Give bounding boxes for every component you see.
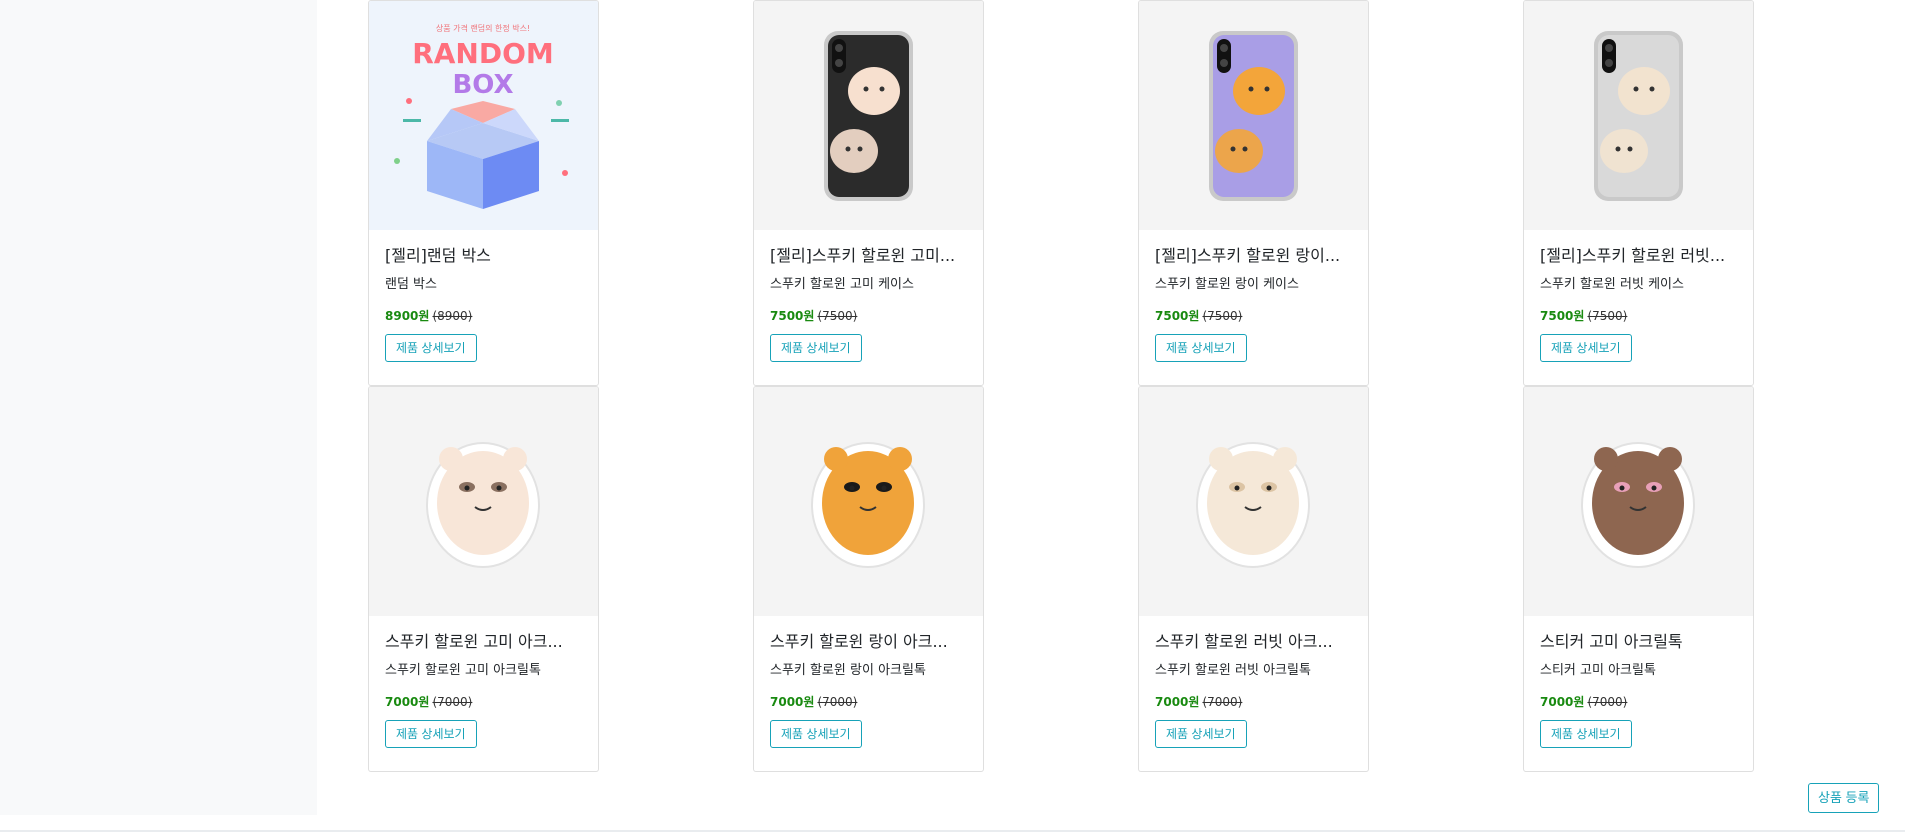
original-price: (7000) bbox=[1202, 695, 1243, 709]
product-detail-button[interactable]: 제품 상세보기 bbox=[1540, 334, 1632, 362]
price-row: 7000원 (7000) bbox=[1540, 693, 1737, 711]
product-title: 스푸키 할로윈 고미 아크... bbox=[385, 632, 563, 651]
phone-case-image bbox=[1209, 31, 1298, 201]
product-detail-button[interactable]: 제품 상세보기 bbox=[385, 720, 477, 748]
phone-case-image bbox=[824, 31, 913, 201]
sale-price: 7000원 bbox=[1540, 695, 1585, 709]
price-row: 8900원 (8900) bbox=[385, 307, 582, 325]
price-row: 7000원 (7000) bbox=[385, 693, 582, 711]
product-thumbnail[interactable] bbox=[754, 387, 983, 616]
product-description: 랜덤 박스 bbox=[385, 277, 437, 292]
card-body: 스푸키 할로윈 랑이 아크... 스푸키 할로윈 랑이 아크릴톡 7000원 (7… bbox=[754, 616, 983, 748]
product-thumbnail[interactable] bbox=[1524, 387, 1753, 616]
price-row: 7500원 (7500) bbox=[1155, 307, 1352, 325]
product-thumbnail[interactable] bbox=[1139, 1, 1368, 230]
product-card: [젤리]스푸키 할로윈 러빗... 스푸키 할로윈 러빗 케이스 7500원 (7… bbox=[1523, 0, 1754, 386]
original-price: (7000) bbox=[1587, 695, 1628, 709]
card-body: 스푸키 할로윈 고미 아크... 스푸키 할로윈 고미 아크릴톡 7000원 (7… bbox=[369, 616, 598, 748]
product-title: 스푸키 할로윈 랑이 아크... bbox=[770, 632, 948, 651]
sale-price: 7500원 bbox=[770, 309, 815, 323]
product-card: 스푸키 할로윈 랑이 아크... 스푸키 할로윈 랑이 아크릴톡 7000원 (7… bbox=[753, 386, 984, 772]
product-title: [젤리]랜덤 박스 bbox=[385, 246, 491, 265]
price-row: 7000원 (7000) bbox=[770, 693, 967, 711]
original-price: (7500) bbox=[817, 309, 858, 323]
product-thumbnail[interactable] bbox=[1139, 387, 1368, 616]
product-detail-button[interactable]: 제품 상세보기 bbox=[1540, 720, 1632, 748]
phone-case-image bbox=[1594, 31, 1683, 201]
product-title: [젤리]스푸키 할로윈 랑이... bbox=[1155, 246, 1341, 265]
price-row: 7500원 (7500) bbox=[770, 307, 967, 325]
card-body: [젤리]스푸키 할로윈 고미... 스푸키 할로윈 고미 케이스 7500원 (7… bbox=[754, 230, 983, 362]
product-title: [젤리]스푸키 할로윈 러빗... bbox=[1540, 246, 1726, 265]
product-description: 스푸키 할로윈 러빗 케이스 bbox=[1540, 277, 1684, 292]
product-card: [젤리]스푸키 할로윈 고미... 스푸키 할로윈 고미 케이스 7500원 (7… bbox=[753, 0, 984, 386]
product-thumbnail[interactable] bbox=[1524, 1, 1753, 230]
product-description: 스푸키 할로윈 러빗 아크릴톡 bbox=[1155, 663, 1311, 678]
product-thumbnail[interactable] bbox=[754, 1, 983, 230]
price-row: 7000원 (7000) bbox=[1155, 693, 1352, 711]
product-description: 스푸키 할로윈 고미 케이스 bbox=[770, 277, 914, 292]
product-title: 스푸키 할로윈 러빗 아크... bbox=[1155, 632, 1333, 651]
random-box-image: 상품 가격 랜덤의 한정 박스! RANDOM BOX bbox=[394, 23, 569, 209]
acrylic-tok-image bbox=[811, 442, 925, 568]
original-price: (7500) bbox=[1202, 309, 1243, 323]
acrylic-tok-image bbox=[426, 442, 540, 568]
acrylic-tok-image bbox=[1581, 442, 1695, 568]
product-card: 상품 가격 랜덤의 한정 박스! RANDOM BOX [젤리]랜덤 박스 랜덤… bbox=[368, 0, 599, 386]
sale-price: 7000원 bbox=[385, 695, 430, 709]
product-title: [젤리]스푸키 할로윈 고미... bbox=[770, 246, 956, 265]
sale-price: 7000원 bbox=[770, 695, 815, 709]
product-detail-button[interactable]: 제품 상세보기 bbox=[385, 334, 477, 362]
card-body: [젤리]스푸키 할로윈 러빗... 스푸키 할로윈 러빗 케이스 7500원 (7… bbox=[1524, 230, 1753, 362]
svg-text:RANDOM: RANDOM bbox=[412, 37, 554, 70]
product-thumbnail[interactable] bbox=[369, 387, 598, 616]
card-body: [젤리]스푸키 할로윈 랑이... 스푸키 할로윈 랑이 케이스 7500원 (7… bbox=[1139, 230, 1368, 362]
acrylic-tok-image bbox=[1196, 442, 1310, 568]
product-card: 스푸키 할로윈 고미 아크... 스푸키 할로윈 고미 아크릴톡 7000원 (7… bbox=[368, 386, 599, 772]
product-description: 스푸키 할로윈 랑이 케이스 bbox=[1155, 277, 1299, 292]
original-price: (7000) bbox=[432, 695, 473, 709]
product-description: 스푸키 할로윈 고미 아크릴톡 bbox=[385, 663, 541, 678]
footer-divider bbox=[0, 830, 1905, 832]
svg-text:BOX: BOX bbox=[452, 70, 513, 100]
original-price: (7500) bbox=[1587, 309, 1628, 323]
product-title: 스티커 고미 아크릴톡 bbox=[1540, 632, 1683, 651]
sale-price: 7500원 bbox=[1155, 309, 1200, 323]
price-row: 7500원 (7500) bbox=[1540, 307, 1737, 325]
sale-price: 8900원 bbox=[385, 309, 430, 323]
svg-text:상품 가격 랜덤의 한정 박스!: 상품 가격 랜덤의 한정 박스! bbox=[436, 23, 530, 33]
sidebar bbox=[0, 0, 317, 815]
product-detail-button[interactable]: 제품 상세보기 bbox=[1155, 720, 1247, 748]
product-description: 스티커 고미 아크릴톡 bbox=[1540, 663, 1656, 678]
register-product-button[interactable]: 상품 등록 bbox=[1808, 783, 1880, 813]
product-description: 스푸키 할로윈 랑이 아크릴톡 bbox=[770, 663, 926, 678]
product-card: [젤리]스푸키 할로윈 랑이... 스푸키 할로윈 랑이 케이스 7500원 (7… bbox=[1138, 0, 1369, 386]
product-detail-button[interactable]: 제품 상세보기 bbox=[770, 334, 862, 362]
card-body: 스티커 고미 아크릴톡 스티커 고미 아크릴톡 7000원 (7000) 제품 상… bbox=[1524, 616, 1753, 748]
sale-price: 7500원 bbox=[1540, 309, 1585, 323]
card-body: 스푸키 할로윈 러빗 아크... 스푸키 할로윈 러빗 아크릴톡 7000원 (7… bbox=[1139, 616, 1368, 748]
product-thumbnail[interactable]: 상품 가격 랜덤의 한정 박스! RANDOM BOX bbox=[369, 1, 598, 230]
original-price: (8900) bbox=[432, 309, 473, 323]
card-body: [젤리]랜덤 박스 랜덤 박스 8900원 (8900) 제품 상세보기 bbox=[369, 230, 598, 362]
product-detail-button[interactable]: 제품 상세보기 bbox=[770, 720, 862, 748]
product-card: 스티커 고미 아크릴톡 스티커 고미 아크릴톡 7000원 (7000) 제품 상… bbox=[1523, 386, 1754, 772]
sale-price: 7000원 bbox=[1155, 695, 1200, 709]
product-card: 스푸키 할로윈 러빗 아크... 스푸키 할로윈 러빗 아크릴톡 7000원 (7… bbox=[1138, 386, 1369, 772]
original-price: (7000) bbox=[817, 695, 858, 709]
product-detail-button[interactable]: 제품 상세보기 bbox=[1155, 334, 1247, 362]
